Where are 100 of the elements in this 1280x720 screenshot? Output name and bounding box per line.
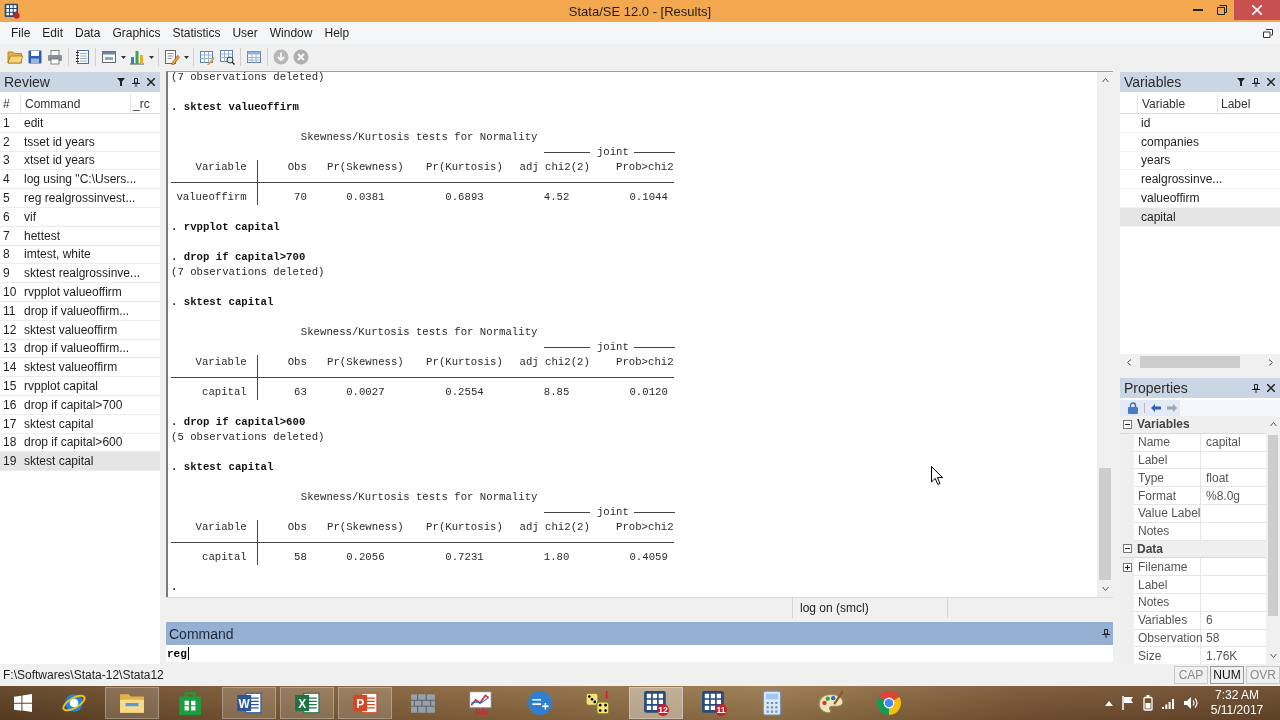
pin-icon[interactable] <box>132 77 140 87</box>
command-text: imtest, white <box>23 247 91 262</box>
close-icon[interactable] <box>1267 78 1275 86</box>
menu-item[interactable]: Edit <box>36 24 70 42</box>
shopping-bag-icon <box>177 690 204 716</box>
scroll-up-icon[interactable] <box>1101 78 1109 82</box>
scroll-thumb[interactable] <box>1140 356 1240 368</box>
scroll-left-icon[interactable] <box>1127 358 1131 366</box>
back-arrow-icon[interactable] <box>1151 404 1161 412</box>
taskbar-button[interactable]: 12 <box>628 687 684 719</box>
clock-date[interactable]: 5/11/2017 <box>1210 703 1264 718</box>
row-number: 1 <box>2 115 11 130</box>
history-row[interactable]: 10 rvpplot valueoffirm <box>0 283 160 302</box>
battery-icon[interactable] <box>1143 695 1153 711</box>
menu-item[interactable]: Window <box>263 24 319 42</box>
history-row[interactable]: 8 imtest, white <box>0 245 160 265</box>
speaker-icon[interactable] <box>1183 696 1198 710</box>
scroll-up-icon[interactable] <box>1269 422 1277 426</box>
restore-window-icon[interactable] <box>1263 28 1273 38</box>
history-row[interactable]: 13 drop if valueoffirm... <box>0 339 160 359</box>
printer-icon[interactable] <box>47 49 63 65</box>
table-group-label: joint <box>596 145 629 160</box>
minus-box-icon[interactable] <box>1122 544 1132 554</box>
flag-icon[interactable] <box>1122 696 1134 710</box>
filter-icon[interactable] <box>1237 78 1245 86</box>
notepad-pencil-icon[interactable] <box>164 49 180 65</box>
menu-item[interactable]: Help <box>318 24 356 42</box>
folder-icon[interactable] <box>7 49 23 65</box>
plus-box-icon[interactable] <box>1122 562 1132 572</box>
menu-item[interactable]: Statistics <box>166 24 227 42</box>
notebook-icon[interactable] <box>74 49 90 65</box>
column-header[interactable]: Command <box>20 94 130 113</box>
signal-bars-icon[interactable] <box>1162 697 1174 709</box>
history-row[interactable]: 11 drop if valueoffirm... <box>0 301 160 321</box>
filter-icon[interactable] <box>117 78 125 86</box>
prompt-text: . <box>171 580 179 595</box>
history-row[interactable]: 2 tsset id years <box>0 132 160 152</box>
history-row[interactable]: 16 drop if capital>700 <box>0 395 160 415</box>
history-row[interactable]: 9 sktest realgrossinve... <box>0 264 160 284</box>
minus-box-icon[interactable] <box>1122 419 1132 429</box>
panel-title: Review <box>4 74 51 90</box>
variable-row[interactable]: id <box>1120 114 1280 133</box>
taskbar-button[interactable]: P <box>337 687 393 719</box>
row-number: 6 <box>2 209 11 224</box>
history-row[interactable]: 15 rvpplot capital <box>0 377 160 396</box>
pin-icon[interactable] <box>1102 629 1110 638</box>
scrollbar[interactable] <box>1097 72 1113 597</box>
history-row[interactable]: 3 xtset id years <box>0 151 160 171</box>
taskbar-button[interactable]: W <box>221 687 276 719</box>
scroll-right-icon[interactable] <box>1269 358 1273 366</box>
menu-item[interactable]: User <box>226 24 264 42</box>
variable-row[interactable]: realgrossinve... <box>1120 170 1280 190</box>
variable-row[interactable]: valueoffirm <box>1120 189 1280 208</box>
pin-icon[interactable] <box>1252 383 1260 393</box>
scroll-thumb[interactable] <box>1099 468 1111 580</box>
bar-chart-icon[interactable] <box>129 49 145 65</box>
scrollbar[interactable] <box>1266 416 1280 664</box>
table-cell-text: 4.52 <box>542 190 570 205</box>
caret-icon[interactable] <box>120 55 126 59</box>
taskbar-button[interactable]: X <box>279 687 334 719</box>
sheet-magnifier-icon[interactable] <box>219 49 235 65</box>
column-header[interactable]: Label <box>1217 94 1280 113</box>
close-icon[interactable] <box>147 78 155 86</box>
history-row[interactable]: 19 sktest capital <box>0 452 160 472</box>
scroll-down-icon[interactable] <box>1269 654 1277 658</box>
menu-item[interactable]: Graphics <box>106 24 167 42</box>
sheet-pencil-icon[interactable] <box>199 49 215 65</box>
history-row[interactable]: 14 sktest valueoffirm <box>0 358 160 378</box>
history-row[interactable]: 6 vif <box>0 208 160 227</box>
caret-icon[interactable] <box>148 55 154 59</box>
menu-item[interactable]: File <box>5 24 37 42</box>
column-header[interactable]: _rc <box>130 94 160 113</box>
taskbar-button[interactable]: 11 <box>687 687 742 719</box>
scroll-down-icon[interactable] <box>1101 587 1109 591</box>
caret-up-icon[interactable] <box>1105 700 1113 706</box>
command-input[interactable]: reg <box>166 645 1113 662</box>
scroll-thumb[interactable] <box>1268 435 1278 616</box>
column-header[interactable]: # <box>0 94 20 113</box>
table-cell-text: 8.85 <box>542 385 570 400</box>
column-header[interactable]: Variable <box>1137 94 1217 113</box>
history-row[interactable]: 4 log using "C:\Users... <box>0 170 160 190</box>
window-icon[interactable] <box>101 49 117 65</box>
menu-item[interactable]: Data <box>69 24 107 42</box>
table-icon[interactable] <box>246 49 262 65</box>
variable-row[interactable]: companies <box>1120 132 1280 152</box>
row-number: 7 <box>2 228 11 243</box>
history-row[interactable]: 5 reg realgrossinvest... <box>0 189 160 208</box>
variable-row[interactable]: years <box>1120 151 1280 171</box>
history-row[interactable]: 17 sktest capital <box>0 414 160 434</box>
history-row[interactable]: 1 edit <box>0 114 160 133</box>
scrollbar[interactable] <box>1120 354 1280 370</box>
history-row[interactable]: 12 sktest valueoffirm <box>0 320 160 340</box>
lock-icon[interactable] <box>1128 402 1138 414</box>
close-button[interactable] <box>1234 0 1280 20</box>
pin-icon[interactable] <box>1252 77 1260 87</box>
history-row[interactable]: 7 hettest <box>0 226 160 246</box>
clock-time[interactable]: 7:32 AM <box>1215 688 1259 703</box>
close-icon[interactable] <box>1267 384 1275 392</box>
caret-icon[interactable] <box>183 55 189 59</box>
taskbar-button[interactable] <box>105 687 160 719</box>
